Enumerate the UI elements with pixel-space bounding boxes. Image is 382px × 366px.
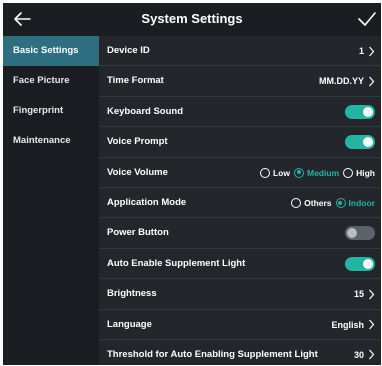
sidebar: Basic Settings Face Picture Fingerprint … (3, 36, 99, 365)
auto-supplement-light-label: Auto Enable Supplement Light (107, 257, 246, 269)
application-mode-label: Application Mode (107, 196, 187, 208)
voice-prompt-toggle[interactable] (345, 135, 375, 150)
chevron-right-icon (369, 289, 375, 300)
voice-prompt-label: Voice Prompt (107, 136, 168, 148)
device-id-value: 1 (358, 46, 364, 56)
radio-selected-icon (293, 167, 304, 178)
sidebar-item-fingerprint[interactable]: Fingerprint (3, 96, 99, 126)
time-format-label: Time Format (107, 75, 164, 87)
radio-selected-icon (335, 197, 346, 208)
power-button-row: Power Button (99, 218, 381, 249)
time-format-row[interactable]: Time Format MM.DD.YY (99, 66, 381, 97)
device-id-row[interactable]: Device ID 1 (99, 36, 381, 67)
application-mode-row: Application Mode Others Indoor (99, 188, 381, 219)
keyboard-sound-row: Keyboard Sound (99, 97, 381, 128)
radio-medium-label: Medium (306, 167, 340, 178)
language-row[interactable]: Language English (99, 310, 381, 340)
radio-low-label: Low (272, 167, 290, 178)
keyboard-sound-label: Keyboard Sound (107, 105, 184, 117)
toggle-knob (347, 228, 357, 239)
radio-low[interactable]: Low (259, 167, 290, 178)
chevron-right-icon (369, 319, 375, 330)
sidebar-item-basic-settings[interactable]: Basic Settings (3, 36, 99, 66)
language-value: English (331, 319, 364, 330)
radio-high[interactable]: High (343, 167, 375, 178)
power-button-toggle[interactable] (345, 226, 375, 241)
application-mode-radio-group: Others Indoor (291, 188, 375, 218)
device-id-label: Device ID (107, 45, 150, 56)
voice-volume-label: Voice Volume (107, 166, 168, 178)
toggle-knob (363, 106, 373, 117)
page-title: System Settings (141, 11, 243, 26)
checkmark-icon[interactable] (357, 11, 377, 27)
radio-others[interactable]: Others (291, 197, 332, 208)
auto-supplement-light-row: Auto Enable Supplement Light (99, 249, 381, 280)
radio-others-label: Others (304, 197, 332, 208)
radio-indoor[interactable]: Indoor (335, 197, 375, 208)
radio-indoor-label: Indoor (348, 197, 375, 208)
sidebar-item-face-picture[interactable]: Face Picture (3, 66, 99, 96)
radio-circle-icon (291, 197, 302, 208)
voice-volume-row: Voice Volume Low Medium High (99, 158, 381, 188)
radio-circle-icon (259, 167, 270, 178)
radio-high-label: High (356, 167, 375, 178)
threshold-label: Threshold for Auto Enabling Supplement L… (107, 348, 318, 360)
time-format-value: MM.DD.YY (319, 76, 364, 87)
chevron-right-icon (369, 46, 375, 56)
auto-supplement-light-toggle[interactable] (345, 256, 375, 271)
voice-volume-radio-group: Low Medium High (259, 158, 375, 188)
voice-prompt-row: Voice Prompt (99, 127, 381, 158)
toggle-knob (363, 137, 373, 148)
device-screen: System Settings Basic Settings Face Pict… (3, 3, 381, 365)
brightness-label: Brightness (107, 288, 157, 300)
sidebar-item-maintenance[interactable]: Maintenance (3, 126, 99, 156)
brightness-value: 15 (353, 289, 364, 300)
keyboard-sound-toggle[interactable] (345, 104, 375, 119)
brightness-row[interactable]: Brightness 15 (99, 279, 381, 310)
language-label: Language (107, 318, 152, 330)
chevron-right-icon (369, 350, 375, 360)
settings-panel: Device ID 1 Time Format MM.DD.YY Keyboar… (99, 36, 381, 365)
chevron-right-icon (369, 76, 375, 87)
toggle-knob (363, 258, 373, 269)
radio-circle-icon (343, 167, 354, 178)
header-bar: System Settings (3, 3, 381, 36)
threshold-row[interactable]: Threshold for Auto Enabling Supplement L… (99, 340, 381, 365)
radio-medium[interactable]: Medium (293, 167, 340, 178)
threshold-value: 30 (353, 349, 364, 360)
power-button-label: Power Button (107, 227, 169, 239)
